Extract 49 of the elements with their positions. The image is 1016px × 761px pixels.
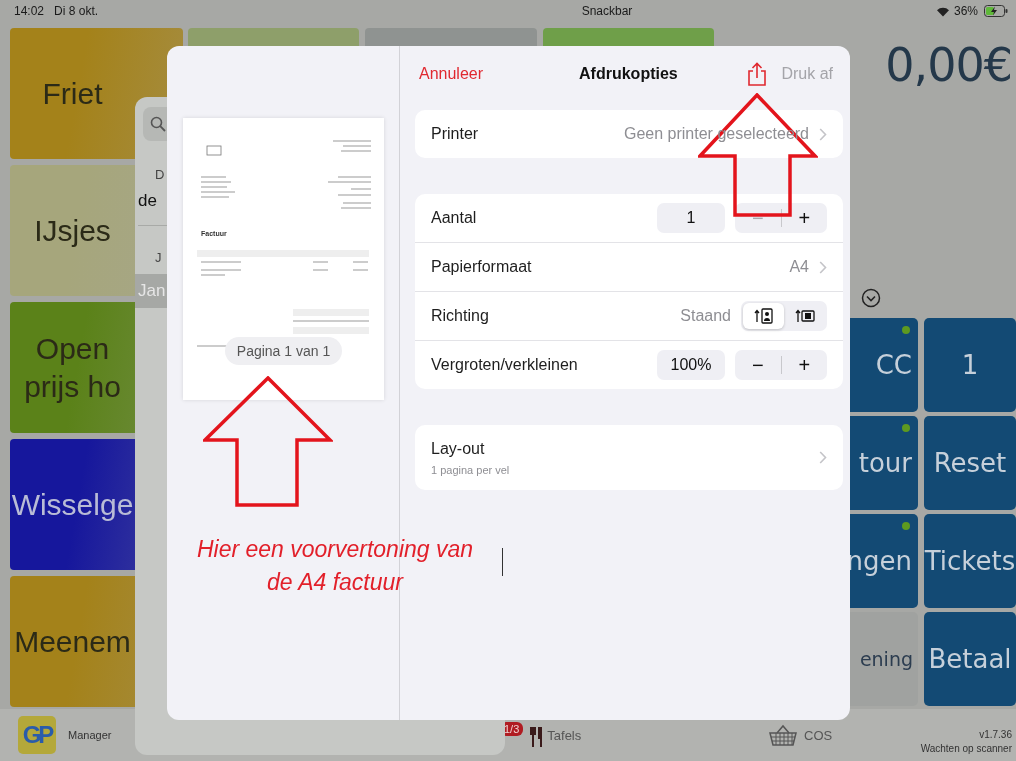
annotation-text: Hier een voorvertoning van de A4 factuur: [195, 535, 475, 597]
increment-button[interactable]: +: [781, 350, 827, 380]
portrait-icon: [753, 308, 774, 324]
value-field[interactable]: 100%: [657, 350, 725, 380]
manager-label[interactable]: Manager: [68, 729, 112, 741]
option-row[interactable]: Lay-out 1 pagina per vel: [415, 425, 843, 490]
option-label: Vergroten/verkleinen: [431, 356, 578, 374]
chevron-right-icon: [819, 451, 827, 464]
chevron-right-icon: [819, 127, 827, 141]
status-time: 14:02: [14, 4, 45, 18]
total-amount: 0,00€: [885, 38, 1012, 92]
dialog-title: Afdrukopties: [579, 65, 678, 83]
version-label: v1.7.36: [979, 728, 1012, 740]
chevron-down-circle-icon[interactable]: [861, 288, 881, 308]
section-letter: D: [154, 167, 165, 184]
share-icon[interactable]: [747, 62, 768, 86]
chevron-right-icon: [819, 260, 827, 274]
function-key[interactable]: Reset: [924, 416, 1016, 510]
option-subtitle: 1 pagina per vel: [431, 463, 510, 476]
cancel-button[interactable]: Annuleer: [419, 65, 484, 83]
landscape-icon: [794, 308, 815, 324]
wifi-icon: [935, 5, 950, 17]
increment-button[interactable]: +: [781, 203, 827, 233]
portrait-button[interactable]: [743, 303, 784, 329]
basket-icon[interactable]: [768, 724, 798, 746]
status-date: Di 8 okt.: [54, 4, 99, 18]
cos-label[interactable]: COS: [804, 727, 833, 743]
text-cursor: [502, 548, 503, 576]
scanner-status: Wachten op scanner: [920, 742, 1012, 754]
section-letter: J: [154, 250, 162, 267]
option-label: Aantal: [431, 209, 477, 227]
function-key[interactable]: Betaal: [924, 612, 1016, 706]
battery-percentage: 36%: [953, 4, 978, 18]
battery-icon: [984, 5, 1008, 17]
page-count-label: Pagina 1 van 1: [224, 337, 343, 365]
decrement-button[interactable]: −: [735, 350, 781, 380]
option-value: Staand: [680, 307, 731, 325]
option-label: Papierformaat: [431, 258, 532, 276]
value-field[interactable]: 1: [657, 203, 725, 233]
option-row[interactable]: Papierformaat A4: [415, 243, 843, 292]
search-icon: [150, 116, 166, 132]
option-label: Printer: [431, 125, 479, 143]
option-label: Richting: [431, 307, 489, 325]
option-label: Lay-out: [431, 439, 485, 458]
function-key[interactable]: Tickets: [924, 514, 1016, 608]
tables-label[interactable]: Tafels: [547, 727, 582, 743]
option-value: A4: [789, 258, 809, 276]
app-title: Snackbar: [581, 4, 633, 18]
function-key[interactable]: 1: [924, 318, 1016, 412]
